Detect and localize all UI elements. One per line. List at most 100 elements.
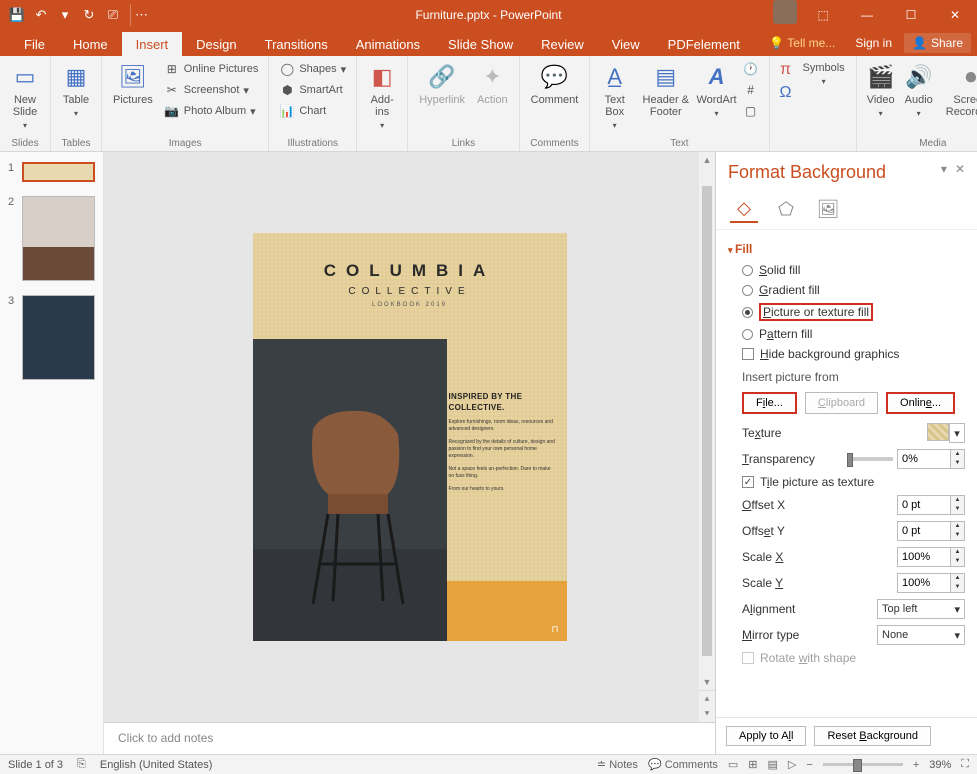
tab-review[interactable]: Review: [527, 32, 598, 56]
tab-slideshow[interactable]: Slide Show: [434, 32, 527, 56]
pictures-button[interactable]: 🖼Pictures: [110, 60, 156, 108]
online-button[interactable]: Online...: [886, 392, 955, 414]
maximize-button[interactable]: ☐: [889, 0, 933, 30]
thumbnail-1[interactable]: [22, 162, 95, 182]
sign-in[interactable]: Sign in: [847, 33, 900, 53]
shapes[interactable]: ◯Shapes ▾: [277, 60, 348, 78]
tab-home[interactable]: Home: [59, 32, 122, 56]
section-fill[interactable]: Fill: [728, 238, 965, 260]
apply-to-all-button[interactable]: Apply to All: [726, 726, 806, 746]
screen-recording-button[interactable]: ⏺Screen Recording: [941, 60, 977, 120]
radio-gradient-fill[interactable]: Gradient fill: [728, 280, 965, 300]
editor-scrollbar[interactable]: ▲▼⯅⯆: [699, 152, 715, 722]
thumbnail-2[interactable]: [22, 196, 95, 281]
screenshot[interactable]: ✂Screenshot ▾: [162, 81, 261, 99]
qat-redo[interactable]: ↻: [78, 4, 100, 26]
close-button[interactable]: ✕: [933, 0, 977, 30]
slide-number[interactable]: #: [741, 81, 761, 99]
qat-undo-more[interactable]: ▾: [54, 4, 76, 26]
audio-button[interactable]: 🔊Audio▾: [903, 60, 935, 122]
comment-button[interactable]: 💬Comment: [528, 60, 582, 108]
offsetx-spin[interactable]: ▲▼: [897, 495, 965, 515]
slide-canvas[interactable]: COLUMBIA COLLECTIVE LOOKBOOK 2019: [253, 233, 567, 641]
header-footer-button[interactable]: ▤Header & Footer: [637, 60, 695, 120]
offsety-spin[interactable]: ▲▼: [897, 521, 965, 541]
addins-button[interactable]: ◧Add-ins▾: [365, 60, 399, 134]
notes-pane[interactable]: Click to add notes: [104, 722, 715, 754]
view-normal[interactable]: ▭: [728, 758, 738, 771]
group-illustrations: Illustrations: [277, 136, 348, 149]
qat-from-start[interactable]: ⎚: [102, 4, 124, 26]
pane-options[interactable]: ▾: [941, 162, 947, 176]
view-sorter[interactable]: ⊞: [748, 758, 757, 771]
qat-undo[interactable]: ↶: [30, 4, 52, 26]
zoom-in[interactable]: +: [913, 759, 919, 771]
video-button[interactable]: 🎬Video▾: [865, 60, 897, 122]
ribbon-options[interactable]: ⬚: [801, 0, 845, 30]
radio-pattern-fill[interactable]: Pattern fill: [728, 324, 965, 344]
minimize-button[interactable]: —: [845, 0, 889, 30]
slide-title: COLUMBIA: [253, 233, 567, 281]
zoom-slider[interactable]: [823, 763, 903, 766]
tab-insert[interactable]: Insert: [122, 32, 183, 56]
share-button[interactable]: 👤 Share: [904, 33, 971, 53]
scaley-input[interactable]: [897, 573, 951, 593]
symbol[interactable]: Ω: [778, 83, 794, 103]
pane-tab-fill[interactable]: ◇: [730, 195, 758, 223]
chart[interactable]: 📊Chart: [277, 102, 348, 120]
status-language[interactable]: English (United States): [100, 759, 213, 771]
check-hide-bg[interactable]: Hide background graphics: [728, 344, 965, 364]
status-comments[interactable]: 💬 Comments: [648, 758, 718, 771]
table-button[interactable]: ▦Table▾: [59, 60, 93, 122]
texture-swatch[interactable]: [927, 423, 949, 441]
account-avatar[interactable]: [773, 0, 797, 24]
zoom-out[interactable]: −: [806, 759, 812, 771]
tab-view[interactable]: View: [598, 32, 654, 56]
tab-animations[interactable]: Animations: [342, 32, 434, 56]
online-pictures[interactable]: ⊞Online Pictures: [162, 60, 261, 78]
view-slideshow[interactable]: ▷: [788, 758, 796, 771]
qat-save[interactable]: 💾: [6, 4, 28, 26]
photo-album[interactable]: 📷Photo Album ▾: [162, 102, 261, 120]
mirror-select[interactable]: None▾: [877, 625, 965, 645]
tell-me[interactable]: 💡 Tell me...: [761, 33, 843, 53]
file-button[interactable]: File...: [742, 392, 797, 414]
pane-close[interactable]: ✕: [955, 162, 965, 176]
offsety-input[interactable]: [897, 521, 951, 541]
pane-tab-picture[interactable]: 🖼: [814, 195, 842, 223]
status-accessibility-icon[interactable]: ⎘: [77, 758, 86, 771]
smartart[interactable]: ⬢SmartArt: [277, 81, 348, 99]
transparency-input[interactable]: [897, 449, 951, 469]
qat-customize[interactable]: ⋯: [130, 4, 152, 26]
equation[interactable]: π: [778, 60, 793, 80]
tab-pdfelement[interactable]: PDFelement: [654, 32, 754, 56]
thumbnail-3[interactable]: [22, 295, 95, 380]
fit-to-window[interactable]: ⛶: [961, 758, 969, 771]
wordart-button[interactable]: AWordArt▾: [701, 60, 733, 122]
new-slide-button[interactable]: ▭New Slide▾: [8, 60, 42, 134]
offsetx-input[interactable]: [897, 495, 951, 515]
view-reading[interactable]: ▤: [768, 758, 778, 771]
transparency-slider[interactable]: [847, 457, 893, 461]
chart-label: Chart: [299, 105, 326, 117]
object[interactable]: ▢: [741, 102, 761, 120]
status-notes[interactable]: ≐ Notes: [597, 758, 638, 771]
texture-dropdown[interactable]: ▾: [949, 423, 965, 443]
tab-transitions[interactable]: Transitions: [251, 32, 342, 56]
reset-background-button[interactable]: Reset Background: [814, 726, 931, 746]
pane-tab-effects[interactable]: ⬠: [772, 195, 800, 223]
scaley-spin[interactable]: ▲▼: [897, 573, 965, 593]
tab-file[interactable]: File: [10, 32, 59, 56]
radio-solid-fill[interactable]: Solid fill: [728, 260, 965, 280]
check-tile[interactable]: ✓Tile picture as texture: [728, 472, 965, 492]
tab-design[interactable]: Design: [182, 32, 250, 56]
scalex-spin[interactable]: ▲▼: [897, 547, 965, 567]
symbols-button[interactable]: Symbols▾: [800, 60, 848, 90]
textbox-button[interactable]: A̲Text Box▾: [598, 60, 631, 134]
alignment-select[interactable]: Top left▾: [877, 599, 965, 619]
date-time[interactable]: 🕐: [741, 60, 761, 78]
scalex-input[interactable]: [897, 547, 951, 567]
radio-picture-fill[interactable]: Picture or texture fill: [728, 300, 965, 324]
transparency-spin[interactable]: ▲▼: [897, 449, 965, 469]
zoom-value[interactable]: 39%: [929, 759, 951, 771]
